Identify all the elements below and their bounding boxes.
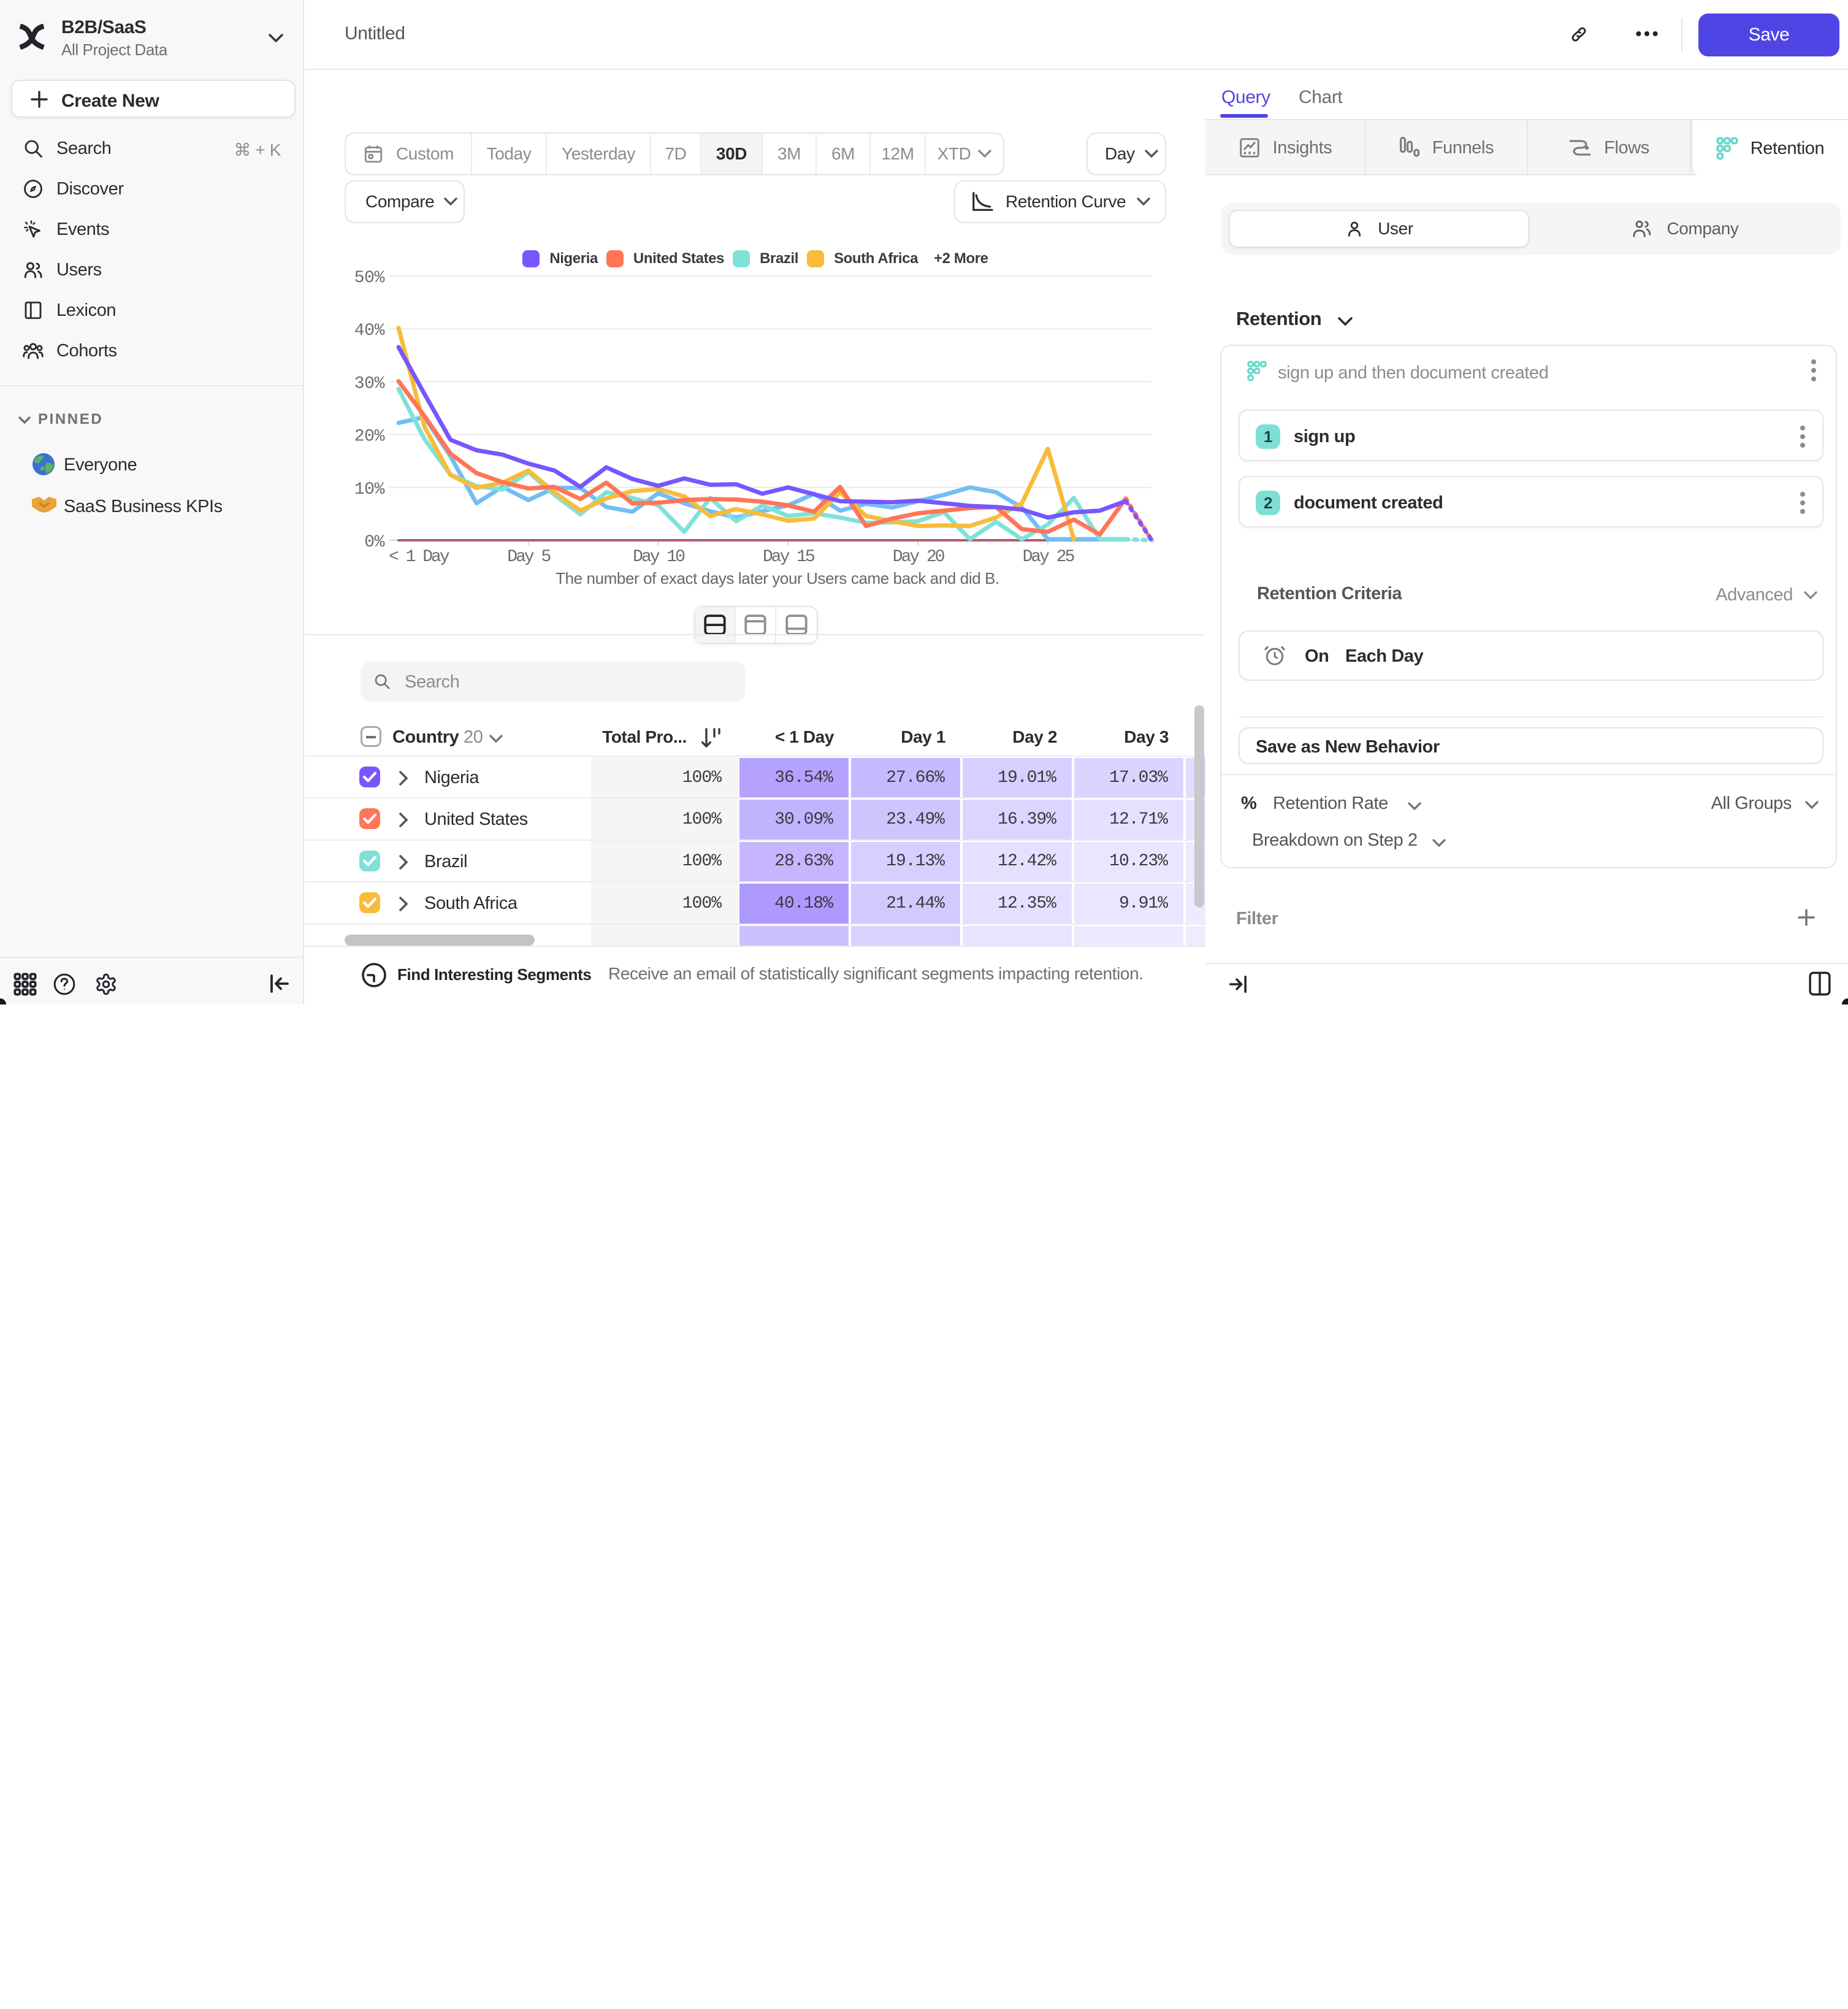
svg-text:30%: 30% bbox=[354, 374, 385, 393]
svg-text:50%: 50% bbox=[354, 269, 385, 288]
svg-text:Day 10: Day 10 bbox=[633, 548, 685, 567]
svg-text:Day 5: Day 5 bbox=[507, 548, 551, 567]
svg-text:40%: 40% bbox=[354, 321, 385, 340]
svg-text:< 1 Day: < 1 Day bbox=[389, 548, 449, 567]
svg-text:10%: 10% bbox=[354, 480, 385, 499]
svg-text:Day 20: Day 20 bbox=[893, 548, 945, 567]
svg-text:0%: 0% bbox=[364, 533, 384, 552]
svg-text:20%: 20% bbox=[354, 427, 385, 446]
svg-text:Day 25: Day 25 bbox=[1023, 548, 1075, 567]
svg-text:Day 15: Day 15 bbox=[763, 548, 815, 567]
